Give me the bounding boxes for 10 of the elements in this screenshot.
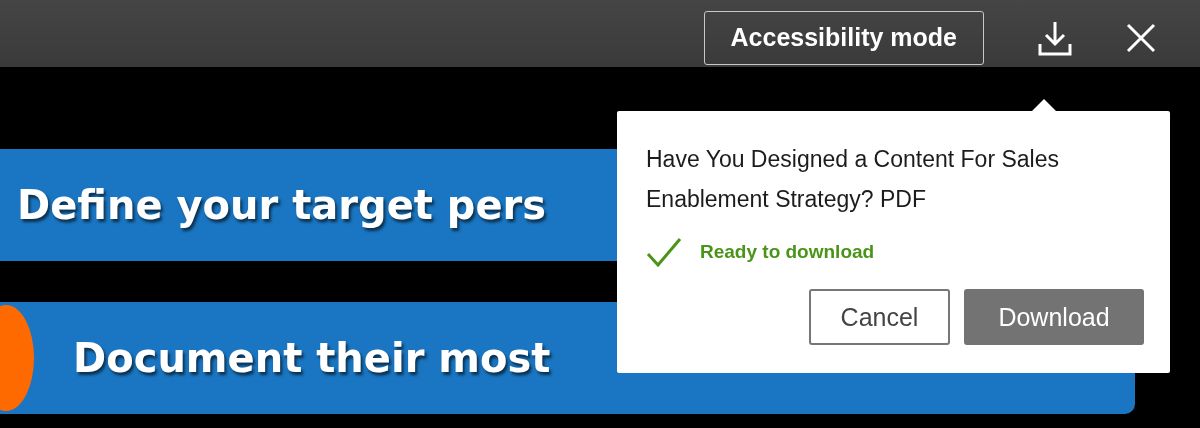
cancel-button[interactable]: Cancel (809, 289, 950, 345)
checkmark-icon (646, 237, 682, 267)
download-icon[interactable] (1038, 19, 1072, 56)
banner-text: Define your target pers (16, 182, 547, 228)
status-text: Ready to download (700, 241, 875, 263)
close-icon[interactable] (1126, 22, 1156, 53)
accessibility-mode-button[interactable]: Accessibility mode (703, 10, 984, 65)
download-button[interactable]: Download (964, 289, 1144, 345)
banner-text: Document their most (72, 335, 551, 381)
file-title: Have You Designed a Content For Sales Enablement Strategy? PDF (646, 145, 1060, 214)
